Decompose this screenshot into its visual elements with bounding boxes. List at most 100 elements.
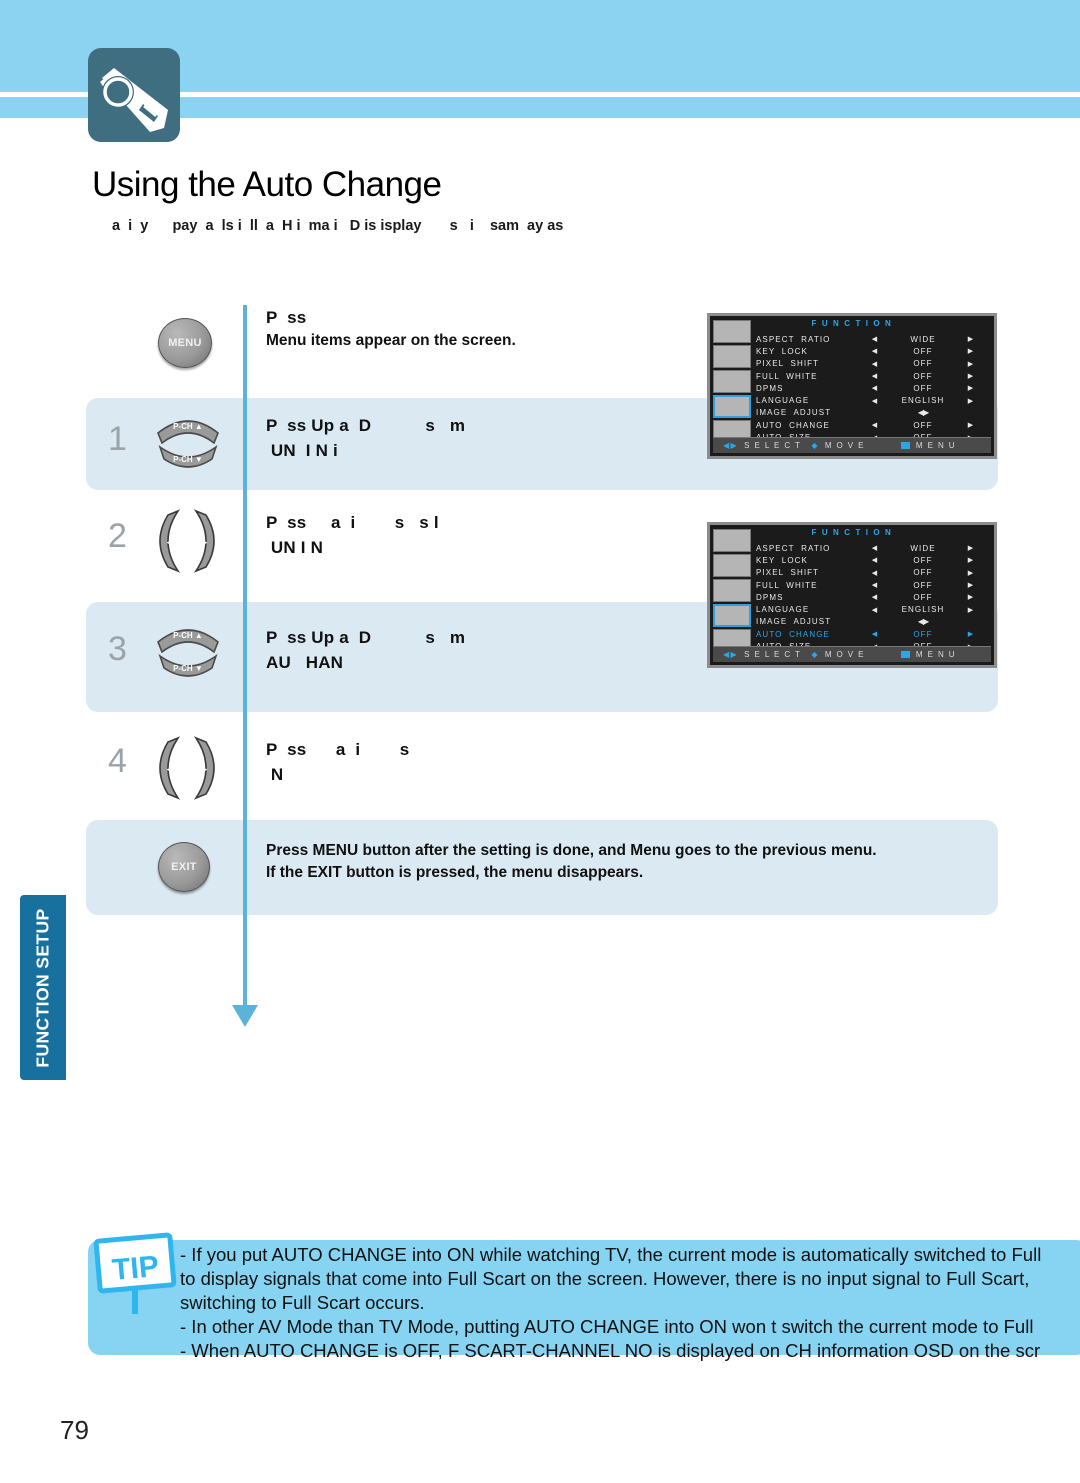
osd-left-arrow-icon[interactable]: ◀: [866, 384, 884, 392]
p-ch-up-down-button[interactable]: P-CH ▲ P-CH ▼: [154, 620, 222, 680]
flow-connector-arrow-icon: [232, 1005, 258, 1027]
left-right-button[interactable]: ◀ ▶: [156, 507, 218, 573]
exit-button-icon[interactable]: EXIT: [158, 842, 210, 892]
section-tab-label: FUNCTION SETUP: [32, 907, 53, 1068]
osd-footer-select-2: S E L E C T: [744, 650, 802, 659]
osd-menu-row-label: LANGUAGE: [756, 396, 810, 406]
osd-title-1: F U N C T I O N: [811, 319, 893, 328]
osd-left-arrow-icon[interactable]: ◀: [866, 421, 884, 429]
osd-footer-menu-1: M E N U: [915, 441, 956, 450]
osd-left-arrow-icon[interactable]: ◀: [866, 335, 884, 343]
step-number-3: 3: [108, 630, 127, 668]
p-ch-up-down-button-3[interactable]: P-CH ▲ P-CH ▼: [154, 620, 222, 680]
osd-right-arrow-icon[interactable]: ▶: [962, 384, 980, 392]
osd-screen-function-menu-1: F U N C T I O N ASPECT RATIO ◀ WIDE ▶ KEY LO…: [707, 313, 997, 459]
left-right-button-4[interactable]: ◀ ▶: [156, 734, 218, 800]
osd-right-arrow-icon[interactable]: ▶: [962, 581, 980, 589]
osd-sidebar-square: [713, 554, 751, 577]
osd-menu-row[interactable]: IMAGE ADJUST ◀▶: [756, 616, 990, 628]
osd-menu-row[interactable]: IMAGE ADJUST ◀▶: [756, 407, 990, 419]
osd-footer-2: ◀▶ S E L E C T ◆ M O V E M E N U: [713, 646, 991, 662]
osd-menu-row[interactable]: KEY LOCK ◀ OFF ▶: [756, 345, 990, 357]
osd-menu-row[interactable]: FULL WHITE ◀ OFF ▶: [756, 370, 990, 382]
svg-text:P-CH ▲: P-CH ▲: [173, 631, 203, 640]
osd-right-arrow-icon[interactable]: ▶: [962, 593, 980, 601]
osd-left-arrow-icon[interactable]: ◀: [866, 593, 884, 601]
exit-button[interactable]: EXIT: [158, 842, 210, 892]
osd-left-arrow-icon[interactable]: ◀: [866, 569, 884, 577]
osd-menu-row[interactable]: DPMS ◀ OFF ▶: [756, 382, 990, 394]
osd-menu-row-label: ASPECT RATIO: [756, 543, 831, 553]
osd-left-arrow-icon[interactable]: ◀: [866, 556, 884, 564]
osd-menu-row-value: OFF: [913, 420, 933, 430]
osd-menu-row-label: PIXEL SHIFT: [756, 568, 820, 578]
osd-menu-row-label: PIXEL SHIFT: [756, 359, 820, 369]
osd-right-arrow-icon[interactable]: ▶: [962, 335, 980, 343]
osd-right-arrow-icon[interactable]: ▶: [962, 556, 980, 564]
osd-menu-row[interactable]: ASPECT RATIO ◀ WIDE ▶: [756, 333, 990, 345]
osd-left-arrow-icon[interactable]: ◀: [866, 606, 884, 614]
osd-menu-row[interactable]: FULL WHITE ◀ OFF ▶: [756, 579, 990, 591]
osd-right-arrow-icon[interactable]: ▶: [962, 569, 980, 577]
osd-right-arrow-icon[interactable]: ▶: [962, 372, 980, 380]
osd-left-arrow-icon[interactable]: ◀: [866, 347, 884, 355]
flow-connector-line: [243, 305, 247, 1020]
osd-right-arrow-icon[interactable]: ▶: [962, 630, 980, 638]
osd-left-arrow-icon[interactable]: ◀: [866, 544, 884, 552]
exit-step-text: Press MENU button after the setting is d…: [266, 842, 877, 882]
osd-left-arrow-icon[interactable]: ◀: [866, 630, 884, 638]
osd-menu-row-value: WIDE: [910, 543, 936, 553]
osd-menu-row-value: OFF: [913, 568, 933, 578]
osd-menu-row[interactable]: LANGUAGE ◀ ENGLISH ▶: [756, 603, 990, 615]
osd-adjust-arrows-icon[interactable]: ◀▶: [866, 617, 980, 626]
left-right-arrows-icon: ◀▶: [723, 441, 739, 450]
osd-left-arrow-icon[interactable]: ◀: [866, 581, 884, 589]
osd-left-arrow-icon[interactable]: ◀: [866, 397, 884, 405]
osd-menu-row-label: AUTO CHANGE: [756, 629, 830, 639]
osd-screen-function-menu-2: F U N C T I O N ASPECT RATIO ◀ WIDE ▶ KEY LO…: [707, 522, 997, 668]
step-3-text: P ss Up a D s m AU HAN: [266, 628, 465, 673]
osd-right-arrow-icon[interactable]: ▶: [962, 544, 980, 552]
osd-menu-row[interactable]: ASPECT RATIO ◀ WIDE ▶: [756, 542, 990, 554]
step-3-line1: P ss Up a D s m: [266, 628, 466, 647]
menu-button[interactable]: MENU: [158, 318, 212, 368]
osd-menu-row-value: ENGLISH: [901, 396, 945, 406]
left-right-button-2[interactable]: ◀ ▶: [156, 507, 218, 573]
osd-menu-row[interactable]: LANGUAGE ◀ ENGLISH ▶: [756, 394, 990, 406]
osd-menu-row[interactable]: PIXEL SHIFT ◀ OFF ▶: [756, 358, 990, 370]
osd-menu-row[interactable]: PIXEL SHIFT ◀ OFF ▶: [756, 567, 990, 579]
page-number: 79: [60, 1415, 89, 1445]
osd-title-2: F U N C T I O N: [811, 528, 893, 537]
osd-adjust-arrows-icon[interactable]: ◀▶: [866, 408, 980, 417]
page-subtitle: a i y pay a ls i ll a H i ma i D is ispl…: [112, 218, 564, 234]
osd-menu-row-label: ASPECT RATIO: [756, 334, 831, 344]
p-ch-up-down-button[interactable]: P-CH ▲ P-CH ▼: [154, 411, 222, 471]
p-ch-up-down-button-1[interactable]: P-CH ▲ P-CH ▼: [154, 411, 222, 471]
osd-menu-row-label: KEY LOCK: [756, 555, 808, 565]
osd-left-arrow-icon[interactable]: ◀: [866, 360, 884, 368]
svg-text:◀: ◀: [167, 537, 174, 547]
osd-right-arrow-icon[interactable]: ▶: [962, 421, 980, 429]
osd-menu-row-value: WIDE: [910, 334, 936, 344]
osd-right-arrow-icon[interactable]: ▶: [962, 397, 980, 405]
osd-menu-row[interactable]: AUTO CHANGE ◀ OFF ▶: [756, 628, 990, 640]
osd-right-arrow-icon[interactable]: ▶: [962, 347, 980, 355]
menu-button-icon[interactable]: MENU: [158, 318, 212, 368]
left-right-button[interactable]: ◀ ▶: [156, 734, 218, 800]
step-number-1: 1: [108, 420, 127, 458]
menu-square-icon: [900, 442, 910, 449]
osd-menu-row[interactable]: KEY LOCK ◀ OFF ▶: [756, 554, 990, 566]
osd-menu-row[interactable]: DPMS ◀ OFF ▶: [756, 591, 990, 603]
osd-menu-row-label: FULL WHITE: [756, 371, 818, 381]
osd-right-arrow-icon[interactable]: ▶: [962, 360, 980, 368]
menu-square-icon: [900, 651, 910, 658]
osd-left-arrow-icon[interactable]: ◀: [866, 372, 884, 380]
page-title: Using the Auto Change: [92, 165, 442, 204]
osd-menu-row-label: AUTO CHANGE: [756, 420, 830, 430]
tip-text-block: - If you put AUTO CHANGE into ON while w…: [180, 1243, 1080, 1363]
osd-footer-move-1: M O V E: [824, 441, 865, 450]
osd-menu-row[interactable]: AUTO CHANGE ◀ OFF ▶: [756, 419, 990, 431]
up-down-diamond-icon: ◆: [811, 441, 819, 450]
osd-right-arrow-icon[interactable]: ▶: [962, 606, 980, 614]
step-row-4: 4 ◀ ▶ P ss a i s N: [86, 718, 998, 818]
